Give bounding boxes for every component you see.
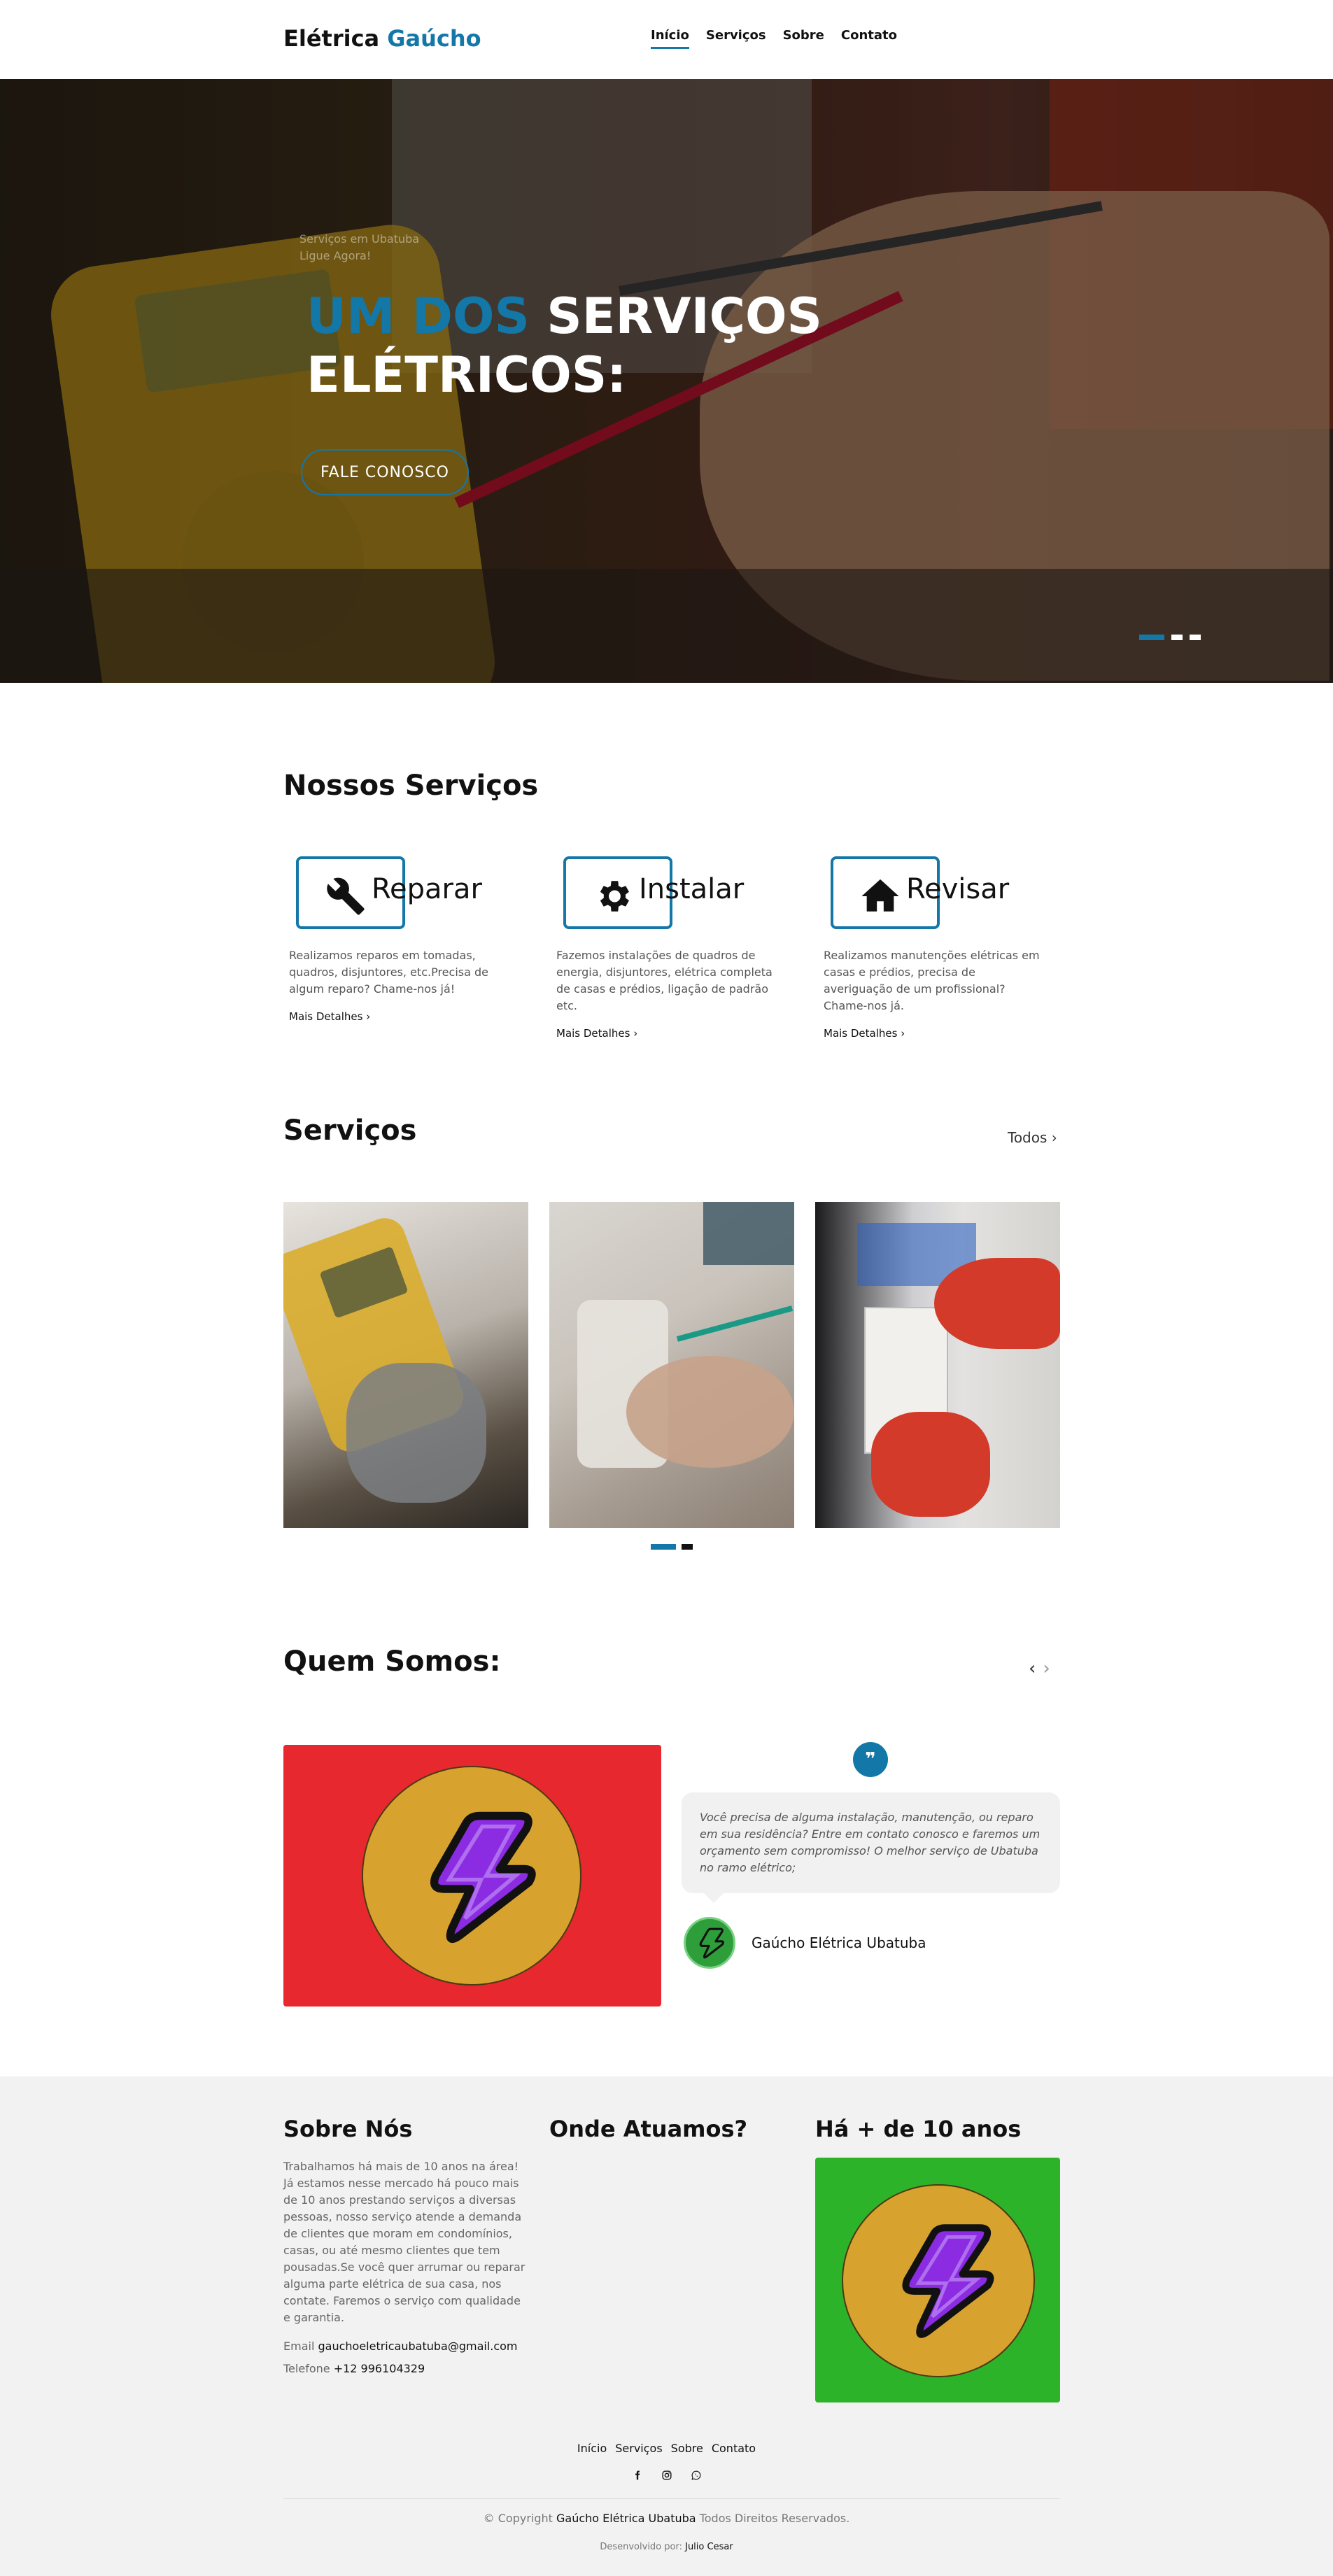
chevron-right-icon[interactable]: ›	[1043, 1658, 1050, 1679]
footer-phone-value[interactable]: +12 996104329	[334, 2362, 425, 2375]
logo-main: Elétrica	[283, 25, 380, 52]
footer-link-servicos[interactable]: Serviços	[615, 2442, 662, 2455]
gear-icon	[600, 881, 629, 912]
service-more-label: Mais Detalhes	[556, 1027, 630, 1040]
footer-email-label: Email	[283, 2340, 315, 2353]
service-name: Instalar	[639, 873, 745, 905]
gallery-image-multimeter[interactable]	[283, 1202, 528, 1528]
site-footer	[0, 2076, 1333, 2576]
service-more-link[interactable]: Mais Detalhes ›	[289, 1010, 370, 1023]
testimonial-quote: Você precisa de alguma instalação, manut…	[682, 1792, 1060, 1903]
service-more-label: Mais Detalhes	[824, 1027, 898, 1040]
service-card-reparar: Reparar Realizamos reparos em tomadas, q…	[283, 855, 526, 1040]
gallery-indicators	[651, 1544, 693, 1550]
lightning-icon	[902, 2224, 994, 2338]
site-logo[interactable]: Elétrica Gaúcho	[283, 25, 481, 52]
hero-indicator-2[interactable]	[1171, 635, 1183, 640]
hero-title-line1: SERVIÇOS	[546, 288, 822, 345]
logo-accent: Gaúcho	[387, 25, 481, 52]
gallery-all-label: Todos	[1008, 1129, 1048, 1146]
nav-sobre[interactable]: Sobre	[783, 28, 824, 49]
service-description: Realizamos reparos em tomadas, quadros, …	[289, 949, 488, 996]
hero-subtitle: Serviços em Ubatuba Ligue Agora!	[299, 231, 419, 264]
footer-phone-label: Telefone	[283, 2362, 330, 2375]
hero-title: UM DOS SERVIÇOS ELÉTRICOS:	[306, 287, 822, 404]
hero-subtitle-line1: Serviços em Ubatuba	[299, 232, 420, 246]
whatsapp-icon[interactable]	[691, 2470, 702, 2481]
chevron-left-icon[interactable]: ‹	[1029, 1658, 1036, 1679]
service-name: Reparar	[372, 873, 482, 905]
testimonial-author: Gaúcho Elétrica Ubatuba	[752, 1934, 926, 1951]
services-cards: Reparar Realizamos reparos em tomadas, q…	[283, 855, 1060, 1040]
home-icon	[861, 879, 899, 912]
footer-about-text: Trabalhamos há mais de 10 anos na área! …	[283, 2160, 526, 2324]
logo-circle	[842, 2184, 1035, 2377]
footer-years-title: Há + de 10 anos	[815, 2116, 1022, 2142]
hero-subtitle-line2: Ligue Agora!	[299, 249, 372, 262]
service-name: Revisar	[906, 873, 1010, 905]
quote-icon: ❞	[853, 1742, 888, 1777]
footer-email-value[interactable]: gauchoeletricaubatuba@gmail.com	[318, 2340, 517, 2353]
site-header: Elétrica Gaúcho Início Serviços Sobre Co…	[0, 0, 1333, 79]
lightning-icon	[699, 1927, 724, 1959]
logo-circle	[362, 1766, 581, 1986]
nav-contato[interactable]: Contato	[841, 28, 897, 49]
hero-title-accent: UM DOS	[306, 288, 530, 345]
footer-nav: Início Serviços Sobre Contato	[0, 2442, 1333, 2455]
service-description: Realizamos manutenções elétricas em casa…	[824, 949, 1040, 1012]
instagram-icon[interactable]	[661, 2470, 672, 2481]
hero-indicator-1[interactable]	[1139, 635, 1164, 640]
about-title: Quem Somos:	[283, 1646, 501, 1678]
chevron-right-icon: ›	[901, 1027, 905, 1040]
contact-us-button[interactable]: FALE CONOSCO	[301, 449, 469, 495]
footer-link-inicio[interactable]: Início	[577, 2442, 607, 2455]
facebook-icon[interactable]	[632, 2470, 643, 2481]
service-card-revisar: Revisar Realizamos manutenções elétricas…	[818, 855, 1060, 1040]
service-more-label: Mais Detalhes	[289, 1010, 363, 1023]
gallery-image-socket[interactable]	[549, 1202, 794, 1528]
developer-label: Desenvolvido por:	[600, 2542, 682, 2552]
lightning-icon	[430, 1811, 536, 1943]
footer-phone: Telefone +12 996104329	[283, 2362, 425, 2375]
copyright-prefix: © Copyright	[483, 2512, 553, 2525]
footer-email: Email gauchoeletricaubatuba@gmail.com	[283, 2340, 518, 2353]
service-more-link[interactable]: Mais Detalhes ›	[824, 1027, 905, 1040]
developer-name[interactable]: Julio Cesar	[685, 2542, 733, 2552]
gallery-carousel	[283, 1202, 1060, 1528]
services-title: Nossos Serviços	[283, 770, 539, 802]
service-card-instalar: Instalar Fazemos instalações de quadros …	[551, 855, 793, 1040]
gallery-all-link[interactable]: Todos ›	[1008, 1129, 1057, 1146]
hero-indicator-3[interactable]	[1190, 635, 1201, 640]
chevron-right-icon: ›	[366, 1010, 371, 1023]
copyright-suffix: Todos Direitos Reservados.	[699, 2512, 850, 2525]
copyright-brand[interactable]: Gaúcho Elétrica Ubatuba	[556, 2512, 696, 2525]
footer-link-contato[interactable]: Contato	[712, 2442, 756, 2455]
nav-inicio[interactable]: Início	[651, 28, 689, 49]
gallery-image-breakers[interactable]	[815, 1202, 1060, 1528]
footer-link-sobre[interactable]: Sobre	[671, 2442, 703, 2455]
footer-logo-image	[815, 2158, 1060, 2402]
footer-developer: Desenvolvido por: Julio Cesar	[0, 2542, 1333, 2552]
footer-copyright: © Copyright Gaúcho Elétrica Ubatuba Todo…	[0, 2512, 1333, 2525]
gallery-indicator-2[interactable]	[682, 1544, 693, 1550]
footer-social	[0, 2470, 1333, 2481]
main-nav: Início Serviços Sobre Contato	[651, 28, 897, 49]
service-description: Fazemos instalações de quadros de energi…	[556, 949, 773, 1012]
about-carousel-arrows: ‹ ›	[1029, 1658, 1050, 1679]
footer-about-title: Sobre Nós	[283, 2116, 413, 2142]
nav-servicos[interactable]: Serviços	[706, 28, 766, 49]
wrench-icon	[327, 877, 365, 915]
about-logo-image	[283, 1745, 661, 2007]
gallery-indicator-1[interactable]	[651, 1544, 676, 1550]
gallery-title: Serviços	[283, 1114, 417, 1147]
chevron-right-icon: ›	[1051, 1129, 1057, 1146]
hero-carousel-indicators	[1139, 635, 1201, 640]
footer-divider	[283, 2498, 1060, 2499]
testimonial-avatar	[684, 1917, 735, 1969]
service-more-link[interactable]: Mais Detalhes ›	[556, 1027, 637, 1040]
footer-where-title: Onde Atuamos?	[549, 2116, 748, 2142]
hero-title-line2: ELÉTRICOS:	[306, 346, 627, 404]
chevron-right-icon: ›	[633, 1027, 638, 1040]
